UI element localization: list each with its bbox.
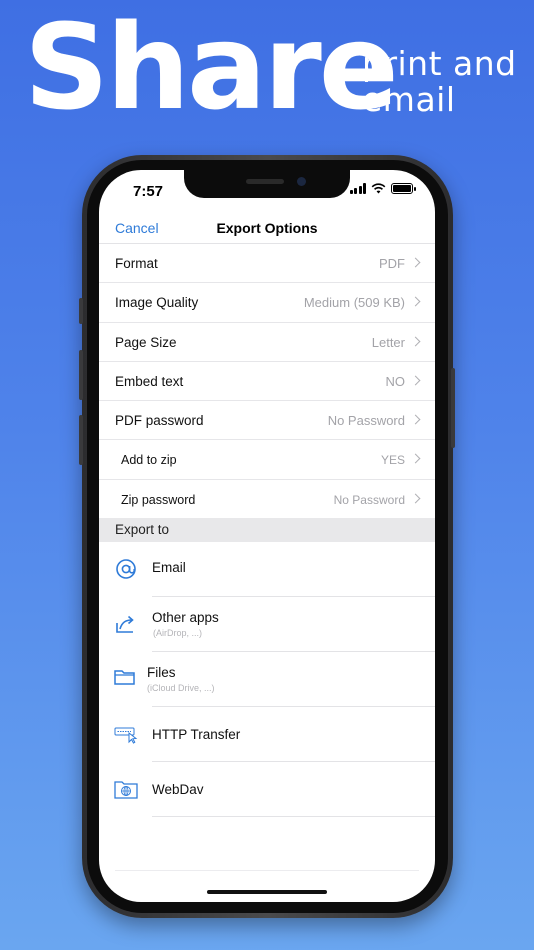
- http-transfer-icon: [114, 727, 138, 744]
- setting-value: YES: [380, 453, 405, 468]
- headline-line-2: email: [362, 80, 456, 119]
- chevron-right-icon: [410, 296, 421, 307]
- chevron-right-icon: [410, 375, 421, 386]
- notch: [184, 170, 350, 198]
- export-subtitle: (iCloud Drive, ...): [147, 683, 215, 693]
- chevron-right-icon: [410, 493, 421, 504]
- setting-label: Page Size: [115, 334, 177, 350]
- export-title: Email: [152, 560, 186, 575]
- setting-label: Zip password: [121, 492, 196, 507]
- headline-line-1: print and: [362, 44, 517, 83]
- chevron-right-icon: [410, 414, 421, 425]
- front-camera: [297, 177, 306, 186]
- headline-subtitle: print and email: [362, 46, 517, 118]
- export-title: HTTP Transfer: [152, 727, 241, 742]
- setting-row-page-size[interactable]: Page Size Letter: [99, 323, 435, 362]
- setting-row-add-to-zip[interactable]: Add to zip YES: [99, 440, 435, 480]
- row-separator: [152, 816, 435, 817]
- setting-label: Format: [115, 256, 158, 271]
- setting-label: PDF password: [115, 413, 204, 429]
- setting-value: Medium (509 KB): [303, 295, 405, 311]
- settings-list: Format PDF Image Quality Medium (509 KB)…: [99, 244, 435, 519]
- phone-screen: 7:57 Cancel Export Options Format PDF Im…: [99, 170, 435, 902]
- export-row-files[interactable]: Files (iCloud Drive, ...): [99, 652, 435, 707]
- setting-value: PDF: [379, 256, 405, 271]
- export-subtitle: (AirDrop, ...): [153, 628, 203, 638]
- export-row-email[interactable]: Email: [99, 542, 435, 597]
- setting-label: Embed text: [115, 373, 184, 389]
- headline-share: Share: [24, 0, 399, 136]
- setting-value: NO: [385, 373, 406, 389]
- setting-label: Add to zip: [121, 453, 177, 468]
- setting-row-image-quality[interactable]: Image Quality Medium (509 KB): [99, 283, 435, 323]
- export-title: Files: [147, 665, 176, 680]
- chevron-right-icon: [410, 257, 421, 268]
- chevron-right-icon: [410, 336, 421, 347]
- nav-title: Export Options: [216, 220, 318, 236]
- export-list: Email Other apps (AirDrop, ...) Files (i…: [99, 542, 435, 817]
- volume-up-button: [79, 350, 83, 400]
- volume-down-button: [79, 415, 83, 465]
- setting-value: No Password: [327, 413, 405, 429]
- setting-value: No Password: [333, 492, 405, 507]
- setting-row-format[interactable]: Format PDF: [99, 244, 435, 284]
- mute-switch: [79, 298, 83, 324]
- nav-bar: Cancel Export Options: [99, 212, 435, 242]
- share-icon: [116, 615, 134, 633]
- folder-icon: [114, 670, 135, 685]
- export-row-http-transfer[interactable]: HTTP Transfer: [99, 707, 435, 762]
- cellular-signal-icon: [349, 183, 366, 194]
- setting-row-embed-text[interactable]: Embed text NO: [99, 362, 435, 402]
- export-row-webdav[interactable]: WebDav: [99, 762, 435, 817]
- status-time: 7:57: [133, 183, 164, 200]
- chevron-right-icon: [410, 454, 421, 464]
- export-row-other-apps[interactable]: Other apps (AirDrop, ...): [99, 597, 435, 652]
- export-section-header: Export to: [99, 518, 435, 542]
- section-header-label: Export to: [115, 522, 170, 537]
- speaker: [246, 179, 284, 184]
- battery-icon: [391, 183, 416, 194]
- webdav-folder-icon: [114, 781, 138, 799]
- setting-row-pdf-password[interactable]: PDF password No Password: [99, 401, 435, 441]
- setting-label: Image Quality: [115, 295, 199, 311]
- setting-value: Letter: [371, 334, 405, 350]
- headline: Share print and email: [0, 0, 534, 150]
- setting-row-zip-password[interactable]: Zip password No Password: [99, 480, 435, 519]
- power-button: [451, 368, 455, 448]
- status-icons: [349, 183, 416, 194]
- home-indicator[interactable]: [207, 890, 327, 894]
- export-title: WebDav: [152, 782, 204, 797]
- wifi-icon: [371, 183, 386, 194]
- list-bottom-divider: [115, 870, 419, 871]
- export-title: Other apps: [152, 610, 219, 625]
- at-sign-icon: [116, 559, 136, 579]
